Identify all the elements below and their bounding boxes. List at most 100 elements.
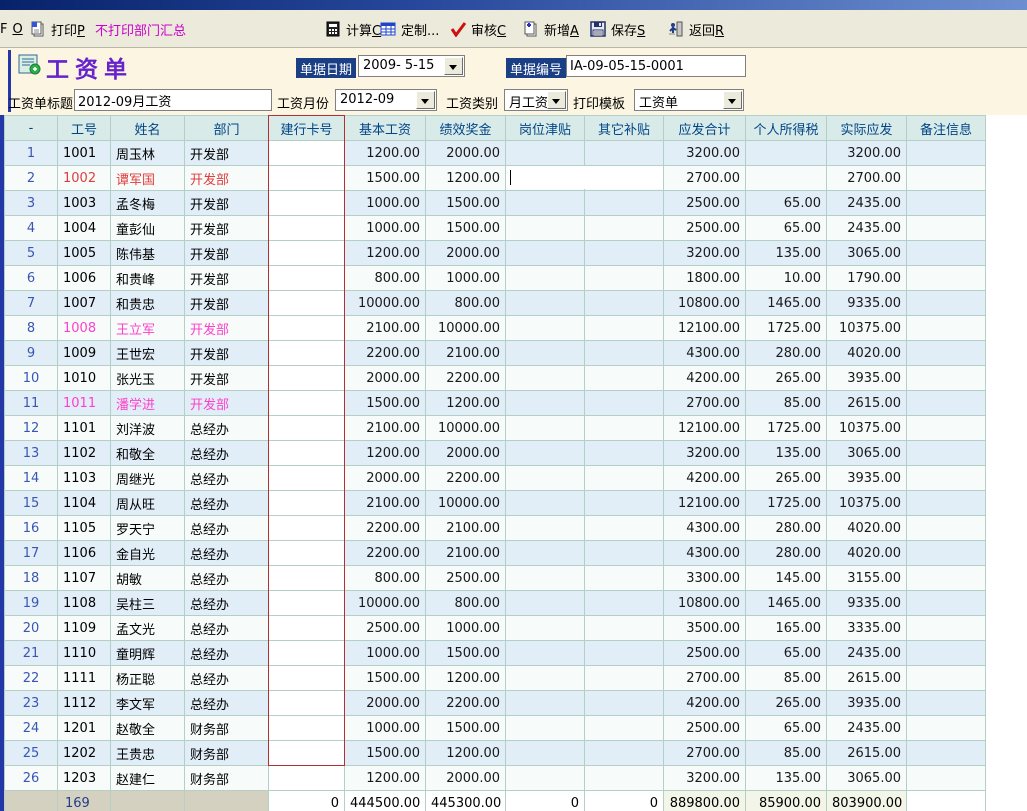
cell-net[interactable]: 3155.00	[827, 566, 907, 591]
cell-total[interactable]: 3300.00	[664, 566, 746, 591]
col-header-basepay[interactable]: 基本工资	[345, 116, 426, 141]
cell-base[interactable]: 1000.00	[345, 641, 426, 666]
cell-total[interactable]: 2700.00	[664, 741, 746, 766]
cell-base[interactable]: 2100.00	[345, 491, 426, 516]
cell-post[interactable]	[506, 316, 585, 341]
cell-dept[interactable]: 总经办	[185, 491, 269, 516]
cell-n[interactable]: 6	[5, 266, 58, 291]
cell-card[interactable]	[269, 291, 345, 316]
cell-other[interactable]	[585, 666, 664, 691]
cell-id[interactable]: 1005	[58, 241, 111, 266]
cell-total[interactable]: 2700.00	[664, 166, 746, 191]
cell-net[interactable]: 2615.00	[827, 391, 907, 416]
cell-id[interactable]: 1101	[58, 416, 111, 441]
cell-id[interactable]: 1006	[58, 266, 111, 291]
cell-net[interactable]: 9335.00	[827, 591, 907, 616]
cell-total[interactable]: 2700.00	[664, 666, 746, 691]
cell-bonus[interactable]: 2000.00	[426, 241, 506, 266]
cell-base[interactable]: 1200.00	[345, 766, 426, 791]
cell-remark[interactable]	[907, 266, 986, 291]
cell-base[interactable]: 2200.00	[345, 516, 426, 541]
cell-total[interactable]: 3500.00	[664, 616, 746, 641]
cell-bonus[interactable]: 800.00	[426, 291, 506, 316]
cell-base[interactable]: 1000.00	[345, 191, 426, 216]
cell-net[interactable]: 9335.00	[827, 291, 907, 316]
cell-total[interactable]: 2500.00	[664, 191, 746, 216]
cell-card[interactable]	[269, 616, 345, 641]
cell-tax[interactable]: 135.00	[746, 441, 827, 466]
cell-total[interactable]: 10800.00	[664, 591, 746, 616]
cell-total[interactable]: 10800.00	[664, 291, 746, 316]
cell-card[interactable]	[269, 566, 345, 591]
cell-card[interactable]	[269, 591, 345, 616]
cell-card[interactable]	[269, 466, 345, 491]
cell-remark[interactable]	[907, 191, 986, 216]
cell-name[interactable]: 周继光	[111, 466, 185, 491]
cell-n[interactable]: 26	[5, 766, 58, 791]
cell-dept[interactable]: 总经办	[185, 666, 269, 691]
cell-n[interactable]: 9	[5, 341, 58, 366]
cell-other[interactable]	[585, 316, 664, 341]
cell-bonus[interactable]: 2500.00	[426, 566, 506, 591]
cell-remark[interactable]	[907, 441, 986, 466]
cell-total[interactable]: 12100.00	[664, 316, 746, 341]
cell-card[interactable]	[269, 741, 345, 766]
cell-other[interactable]	[585, 716, 664, 741]
cell-net[interactable]: 2700.00	[827, 166, 907, 191]
col-header-bonus[interactable]: 绩效奖金	[426, 116, 506, 141]
cell-post[interactable]	[506, 466, 585, 491]
cell-post[interactable]	[506, 366, 585, 391]
cell-post[interactable]	[506, 766, 585, 791]
cell-base[interactable]: 10000.00	[345, 291, 426, 316]
cell-total[interactable]: 12100.00	[664, 416, 746, 441]
cell-dept[interactable]: 开发部	[185, 366, 269, 391]
col-header-rownum[interactable]: -	[5, 116, 58, 141]
cell-id[interactable]: 1107	[58, 566, 111, 591]
cell-dept[interactable]: 总经办	[185, 516, 269, 541]
cell-other[interactable]	[585, 441, 664, 466]
cell-n[interactable]: 11	[5, 391, 58, 416]
cell-dept[interactable]: 总经办	[185, 566, 269, 591]
cell-post[interactable]	[506, 391, 585, 416]
cell-post[interactable]	[506, 441, 585, 466]
cell-post[interactable]	[506, 216, 585, 241]
cell-n[interactable]: 8	[5, 316, 58, 341]
cell-post[interactable]	[506, 616, 585, 641]
cell-remark[interactable]	[907, 316, 986, 341]
cell-n[interactable]: 22	[5, 666, 58, 691]
cell-n[interactable]: 20	[5, 616, 58, 641]
cell-n[interactable]: 15	[5, 491, 58, 516]
cell-name[interactable]: 赵建仁	[111, 766, 185, 791]
cell-total[interactable]: 3200.00	[664, 141, 746, 166]
cell-other[interactable]	[585, 241, 664, 266]
cell-id[interactable]: 1010	[58, 366, 111, 391]
cell-total[interactable]: 4300.00	[664, 341, 746, 366]
cell-dept[interactable]: 开发部	[185, 391, 269, 416]
cell-card[interactable]	[269, 191, 345, 216]
cell-id[interactable]: 1009	[58, 341, 111, 366]
cell-name[interactable]: 杨正聪	[111, 666, 185, 691]
col-header-dept[interactable]: 部门	[185, 116, 269, 141]
cell-other[interactable]	[585, 541, 664, 566]
cell-net[interactable]: 2435.00	[827, 716, 907, 741]
customize-button[interactable]: 定制...	[380, 17, 439, 41]
col-header-remark[interactable]: 备注信息	[907, 116, 986, 141]
cell-name[interactable]: 罗天宁	[111, 516, 185, 541]
cell-total[interactable]: 4200.00	[664, 691, 746, 716]
cell-remark[interactable]	[907, 391, 986, 416]
cell-card[interactable]	[269, 266, 345, 291]
cell-post[interactable]	[506, 516, 585, 541]
cell-n[interactable]: 14	[5, 466, 58, 491]
cell-base[interactable]: 1500.00	[345, 666, 426, 691]
cell-other[interactable]	[585, 491, 664, 516]
cell-other[interactable]	[585, 341, 664, 366]
cell-remark[interactable]	[907, 541, 986, 566]
cell-n[interactable]: 17	[5, 541, 58, 566]
cell-id[interactable]: 1109	[58, 616, 111, 641]
cell-tax[interactable]: 145.00	[746, 566, 827, 591]
cell-total[interactable]: 2500.00	[664, 216, 746, 241]
cell-dept[interactable]: 开发部	[185, 191, 269, 216]
cell-dept[interactable]: 总经办	[185, 441, 269, 466]
cell-other[interactable]	[585, 641, 664, 666]
cell-post[interactable]	[506, 266, 585, 291]
